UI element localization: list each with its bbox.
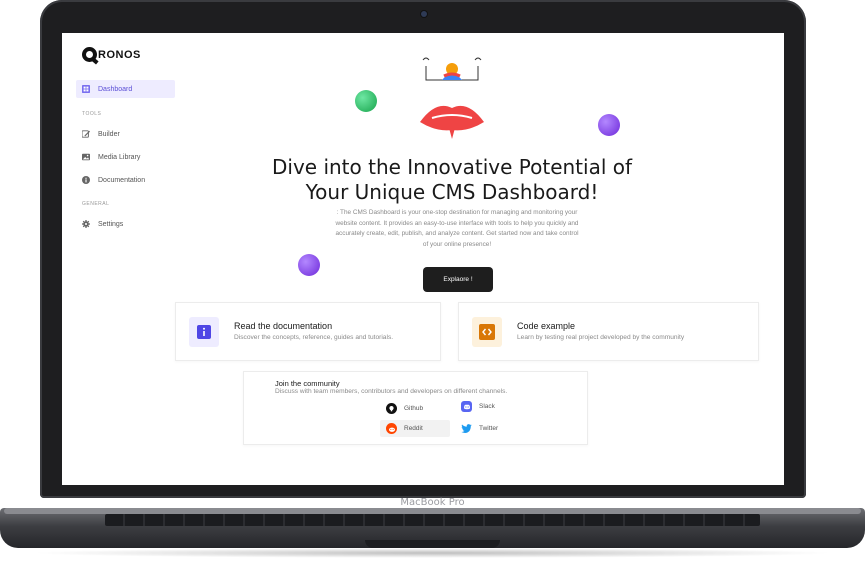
camera-dot [421,11,427,17]
code-example-card[interactable]: Code example Learn by testing real proje… [458,302,759,361]
card-title: Read the documentation [234,321,333,331]
twitter-link[interactable]: Twitter [455,420,525,437]
social-label: Reddit [404,425,423,432]
social-label: Slack [479,403,495,410]
discord-icon [461,401,472,412]
gear-icon [82,220,90,228]
social-label: Twitter [479,425,499,432]
laptop-notch [365,540,500,548]
hero-title: Dive into the Innovative Potential of Yo… [212,155,692,205]
card-title: Code example [517,321,576,331]
card-icon-wrap [472,317,502,347]
laptop-mockup: RONOS Dashboard TOOLS Builder Media Libr… [0,0,865,568]
community-card: Join the community Discuss with team mem… [243,371,588,445]
twitter-icon [461,423,472,434]
card-subtitle: Discover the concepts, reference, guides… [234,334,394,341]
dashboard-icon [82,85,90,93]
image-icon [82,153,90,161]
sidebar-item-label: Settings [98,220,124,228]
sidebar: RONOS Dashboard TOOLS Builder Media Libr… [62,33,175,485]
info-icon [197,325,211,339]
info-icon [82,176,90,184]
code-icon [479,324,495,340]
sidebar-item-label: Media Library [98,153,141,161]
social-label: Github [404,405,424,412]
laptop-keyboard [105,514,760,526]
logo-q-icon [82,47,97,62]
pencil-icon [82,130,90,138]
purple-orb-decoration [298,254,320,276]
reddit-icon [386,423,397,434]
hero-title-line: Dive into the Innovative Potential of [271,155,633,179]
community-description: Discuss with team members, contributors … [275,388,508,395]
github-icon [386,403,397,414]
section-label-general: GENERAL [82,201,110,207]
sidebar-item-builder[interactable]: Builder [76,125,175,143]
sidebar-item-dashboard[interactable]: Dashboard [76,80,175,98]
purple-orb-decoration [598,114,620,136]
hero-description: : The CMS Dashboard is your one-stop des… [335,209,579,248]
app-screen: RONOS Dashboard TOOLS Builder Media Libr… [62,33,784,485]
github-link[interactable]: Github [380,400,450,417]
logo-text: RONOS [98,48,141,61]
app-logo[interactable]: RONOS [82,47,141,62]
section-label-tools: TOOLS [82,111,102,117]
green-orb-decoration [355,90,377,112]
sidebar-item-label: Dashboard [98,85,133,93]
laptop-shadow [30,548,835,558]
documentation-card[interactable]: Read the documentation Discover the conc… [175,302,441,361]
card-icon-wrap [189,317,219,347]
hero-illustration [420,57,484,139]
sidebar-item-media-library[interactable]: Media Library [76,148,175,166]
hero-title-line: Your Unique CMS Dashboard! [305,180,599,204]
sidebar-item-documentation[interactable]: Documentation [76,171,175,189]
slack-link[interactable]: Slack [455,398,525,415]
explore-button[interactable]: Explaore ! [423,267,493,292]
sidebar-item-settings[interactable]: Settings [76,215,175,233]
card-subtitle: Learn by testing real project developed … [517,334,685,341]
sidebar-item-label: Builder [98,130,120,138]
reddit-link[interactable]: Reddit [380,420,450,437]
sidebar-item-label: Documentation [98,176,146,184]
device-model-label: MacBook Pro [400,497,465,508]
